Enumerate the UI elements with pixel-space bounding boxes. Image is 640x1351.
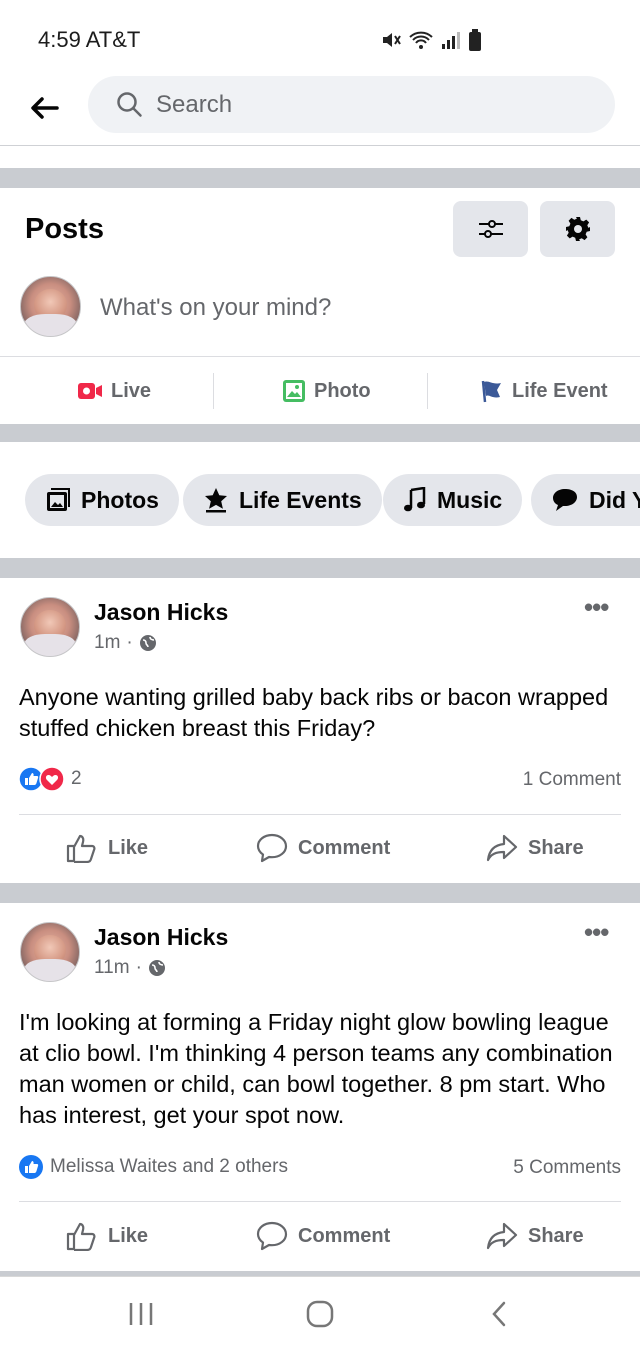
chip-photos[interactable]: Photos (25, 474, 179, 526)
live-label: Live (111, 379, 152, 402)
search-row (0, 74, 640, 146)
author-name[interactable]: Jason Hicks (94, 924, 228, 951)
reaction-names: Melissa Waites and 2 others (50, 1156, 288, 1177)
section-divider (0, 424, 640, 442)
author-avatar[interactable] (20, 922, 80, 982)
back-button[interactable] (26, 90, 62, 126)
star-icon (205, 488, 227, 513)
posts-header: Posts What's on your mind? (0, 188, 640, 356)
filter-icon (478, 220, 503, 238)
globe-icon (139, 635, 156, 651)
life-event-button[interactable]: Life Event (480, 357, 608, 425)
live-video-icon (78, 383, 102, 399)
like-label: Like (108, 836, 149, 859)
comment-count[interactable]: 1 Comment (523, 769, 621, 791)
search-box[interactable] (88, 76, 615, 133)
reaction-count: 2 (71, 768, 82, 789)
post-time[interactable]: 1m (94, 632, 120, 654)
status-time: 4:59 AT&T (38, 27, 141, 52)
reaction-summary[interactable]: Melissa Waites and 2 others (18, 1154, 288, 1180)
post-divider (0, 883, 640, 903)
comment-label: Comment (298, 1224, 391, 1247)
share-button[interactable]: Share (486, 833, 584, 863)
chip-music[interactable]: Music (383, 474, 523, 526)
back-arrow-icon (31, 97, 59, 119)
post-separator (19, 1201, 621, 1202)
comment-button[interactable]: Comment (256, 1221, 390, 1251)
chip-life-events-label: Life Events (239, 486, 362, 513)
like-button[interactable]: Like (66, 1221, 148, 1251)
post-meta: 1m · (94, 632, 157, 654)
settings-button[interactable] (540, 201, 615, 257)
comment-count[interactable]: 5 Comments (513, 1157, 621, 1179)
chip-did-you-know-label: Did Y (589, 486, 640, 513)
section-divider (0, 168, 640, 188)
chip-did-you-know[interactable]: Did Y (531, 474, 640, 526)
battery-icon (469, 29, 481, 51)
thumbs-up-icon (66, 1222, 96, 1251)
section-divider (0, 558, 640, 578)
composer-prompt[interactable]: What's on your mind? (100, 294, 331, 322)
post-separator (19, 814, 621, 815)
music-note-icon (404, 487, 426, 512)
composer-actions: Live Photo Life Event (0, 356, 640, 424)
post-card: Jason Hicks 1m · ••• Anyone wanting grill… (0, 578, 640, 883)
photo-label: Photo (314, 379, 371, 402)
post-card: Jason Hicks 11m · ••• I'm looking at form… (0, 903, 640, 1271)
chip-life-events[interactable]: Life Events (183, 474, 382, 526)
post-meta: 11m · (94, 957, 166, 979)
system-nav-bar (0, 1276, 640, 1351)
photo-icon (283, 380, 305, 402)
search-icon (117, 92, 142, 117)
mute-icon (383, 33, 401, 47)
like-button[interactable]: Like (66, 833, 148, 863)
globe-icon (148, 960, 165, 976)
live-button[interactable]: Live (77, 357, 151, 425)
comment-button[interactable]: Comment (256, 833, 390, 863)
share-button[interactable]: Share (486, 1221, 584, 1251)
avatar[interactable] (20, 276, 81, 337)
like-label: Like (108, 1224, 149, 1247)
share-icon (486, 834, 518, 862)
filter-chips: Photos Life Events Music Did Y (0, 442, 640, 558)
author-avatar[interactable] (20, 597, 80, 657)
post-text: I'm looking at forming a Friday night gl… (19, 1009, 613, 1128)
thumbs-up-icon (66, 834, 96, 863)
photo-button[interactable]: Photo (282, 357, 371, 425)
post-time[interactable]: 11m (94, 957, 130, 979)
filter-button[interactable] (453, 201, 528, 257)
recent-apps-icon[interactable] (127, 1299, 155, 1329)
chip-music-label: Music (437, 486, 503, 513)
action-separator (213, 373, 214, 409)
share-label: Share (528, 1224, 584, 1247)
action-separator (427, 373, 428, 409)
signal-icon (442, 32, 460, 49)
author-name[interactable]: Jason Hicks (94, 599, 228, 626)
reaction-summary[interactable]: 2 (18, 766, 82, 792)
comment-icon (256, 833, 288, 863)
post-text: Anyone wanting grilled baby back ribs or… (19, 684, 609, 741)
reaction-icons (18, 766, 65, 792)
share-label: Share (528, 836, 584, 859)
share-icon (486, 1222, 518, 1250)
status-bar: 4:59 AT&T (0, 0, 640, 74)
status-icons (380, 27, 482, 53)
page-title: Posts (25, 213, 104, 245)
chip-photos-label: Photos (81, 486, 159, 513)
comment-label: Comment (298, 836, 391, 859)
life-event-label: Life Event (512, 379, 608, 402)
flag-icon (481, 380, 501, 403)
home-icon[interactable] (305, 1299, 335, 1329)
comment-icon (256, 1221, 288, 1251)
more-options-button[interactable]: ••• (584, 917, 609, 948)
photos-icon (47, 488, 70, 511)
wifi-icon (409, 31, 433, 49)
like-reaction-icon (19, 1155, 43, 1179)
speech-bubble-icon (553, 489, 577, 511)
love-reaction-icon (39, 766, 65, 792)
gear-icon (565, 217, 590, 241)
back-nav-icon[interactable] (488, 1299, 510, 1329)
more-options-button[interactable]: ••• (584, 592, 609, 623)
search-input[interactable] (156, 76, 596, 133)
